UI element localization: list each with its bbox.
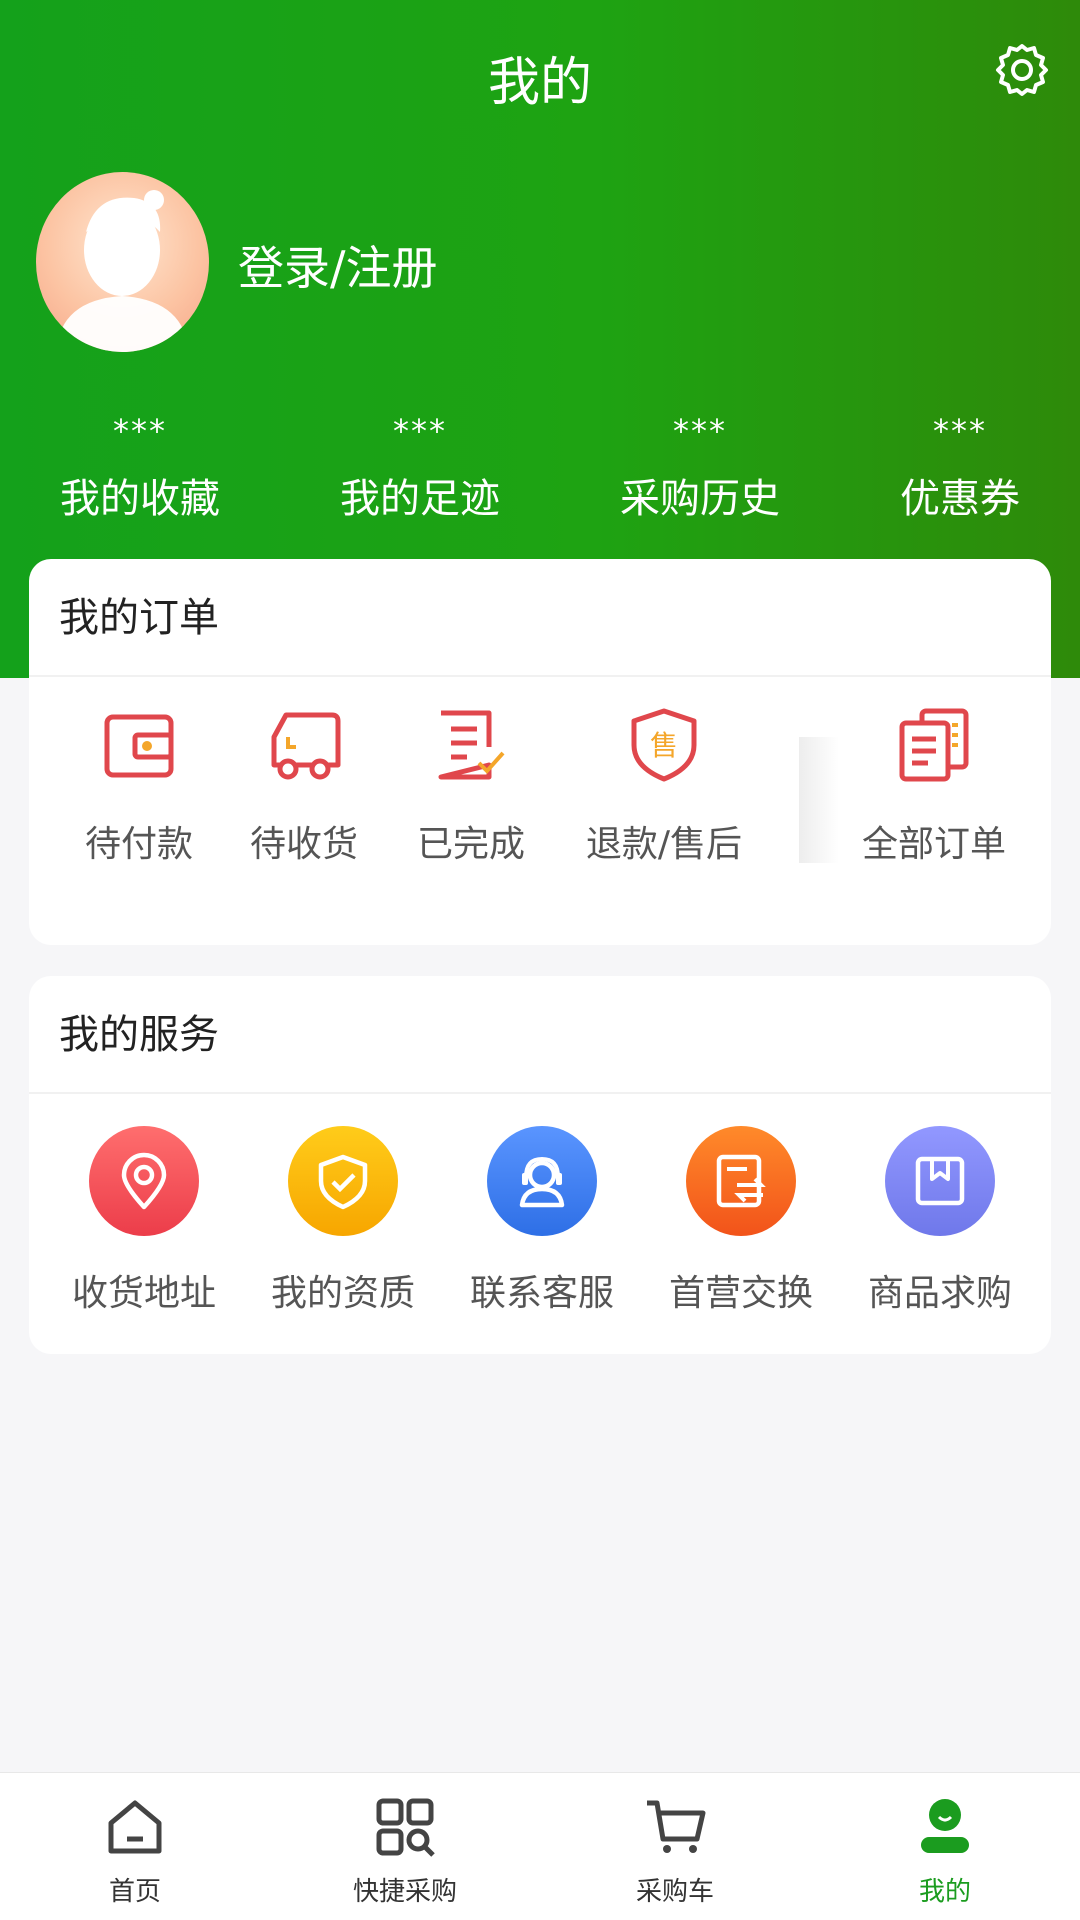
tab-label: 快捷采购 xyxy=(352,1877,457,1907)
order-divider xyxy=(799,737,839,863)
customer-service-icon xyxy=(519,1156,565,1208)
service-icon-circle xyxy=(686,1126,796,1236)
order-item-label: 退款/售后 xyxy=(585,824,743,865)
stat-value: *** xyxy=(933,412,987,450)
home-icon xyxy=(108,1800,162,1854)
location-pin-icon xyxy=(121,1152,167,1210)
default-avatar-icon xyxy=(56,190,189,352)
service-label: 我的资质 xyxy=(270,1273,415,1314)
tab-cart[interactable]: 采购车 xyxy=(610,1795,740,1908)
services-card: 我的服务 收货地址 我的资质 联系客服 首营交换 商品求购 xyxy=(29,976,1051,1354)
service-label: 收货地址 xyxy=(71,1273,216,1314)
service-shipping-address[interactable]: 收货地址 xyxy=(59,1126,229,1316)
order-pending-payment[interactable]: 待付款 xyxy=(69,707,209,867)
stat-value: *** xyxy=(393,412,447,450)
truck-icon xyxy=(271,712,341,780)
service-icon-circle xyxy=(885,1126,995,1236)
stat-label: 我的收藏 xyxy=(60,476,220,522)
page-title: 我的 xyxy=(487,53,592,113)
shield-check-icon xyxy=(318,1154,368,1210)
order-item-label: 待付款 xyxy=(84,824,193,865)
service-icon-circle xyxy=(487,1126,597,1236)
box-icon xyxy=(915,1156,965,1206)
stat-coupons[interactable]: *** 优惠券 xyxy=(880,412,1040,524)
settings-button[interactable] xyxy=(994,42,1050,98)
cart-icon xyxy=(647,1800,706,1853)
service-first-business-exchange[interactable]: 首营交换 xyxy=(656,1126,826,1316)
service-icon-circle xyxy=(288,1126,398,1236)
svg-text:售: 售 xyxy=(650,729,678,762)
tab-label: 采购车 xyxy=(635,1877,714,1907)
completed-doc-icon xyxy=(438,710,505,780)
order-item-label: 已完成 xyxy=(416,824,525,865)
orders-title: 我的订单 xyxy=(29,559,1051,677)
tab-label: 我的 xyxy=(918,1877,971,1907)
login-register-link[interactable]: 登录/注册 xyxy=(238,232,438,298)
avatar[interactable] xyxy=(36,172,209,352)
service-product-request[interactable]: 商品求购 xyxy=(855,1126,1025,1316)
stat-value: *** xyxy=(673,412,727,450)
bottom-tab-bar: 首页 快捷采购 采购车 我的 xyxy=(0,1772,1080,1920)
orders-card: 我的订单 待付款 待收货 已完成 售 退款/售后 全部订单 xyxy=(29,559,1051,945)
stat-label: 我的足迹 xyxy=(340,476,500,522)
tab-profile[interactable]: 我的 xyxy=(880,1795,1010,1908)
stat-footprints[interactable]: *** 我的足迹 xyxy=(320,412,520,524)
service-label: 商品求购 xyxy=(867,1273,1012,1314)
service-icon-circle xyxy=(89,1126,199,1236)
order-all[interactable]: 全部订单 xyxy=(849,707,1019,867)
gear-icon xyxy=(996,44,1048,96)
stat-label: 优惠券 xyxy=(900,476,1020,522)
stat-label: 采购历史 xyxy=(620,476,780,522)
service-label: 首营交换 xyxy=(668,1273,813,1314)
quick-purchase-icon xyxy=(376,1798,435,1857)
profile-icon xyxy=(921,1799,969,1853)
service-qualifications[interactable]: 我的资质 xyxy=(258,1126,428,1316)
stat-value: *** xyxy=(113,412,167,450)
wallet-icon xyxy=(104,714,174,778)
order-item-label: 待收货 xyxy=(249,824,358,865)
after-sale-shield-icon: 售 xyxy=(631,708,697,782)
order-refund-after-sale[interactable]: 售 退款/售后 xyxy=(584,707,744,867)
stat-purchase-history[interactable]: *** 采购历史 xyxy=(600,412,800,524)
service-customer-support[interactable]: 联系客服 xyxy=(457,1126,627,1316)
tab-quick-purchase[interactable]: 快捷采购 xyxy=(325,1795,485,1908)
order-completed[interactable]: 已完成 xyxy=(401,707,541,867)
tab-home[interactable]: 首页 xyxy=(70,1795,200,1908)
all-orders-icon xyxy=(899,708,969,782)
stats-row: *** 我的收藏 *** 我的足迹 *** 采购历史 *** 优惠券 xyxy=(0,412,1080,522)
tab-label: 首页 xyxy=(108,1877,161,1907)
services-title: 我的服务 xyxy=(29,976,1051,1094)
exchange-doc-icon xyxy=(716,1154,766,1208)
order-item-label: 全部订单 xyxy=(861,824,1006,865)
order-pending-receipt[interactable]: 待收货 xyxy=(234,707,374,867)
stat-favorites[interactable]: *** 我的收藏 xyxy=(40,412,240,524)
service-label: 联系客服 xyxy=(469,1273,614,1314)
